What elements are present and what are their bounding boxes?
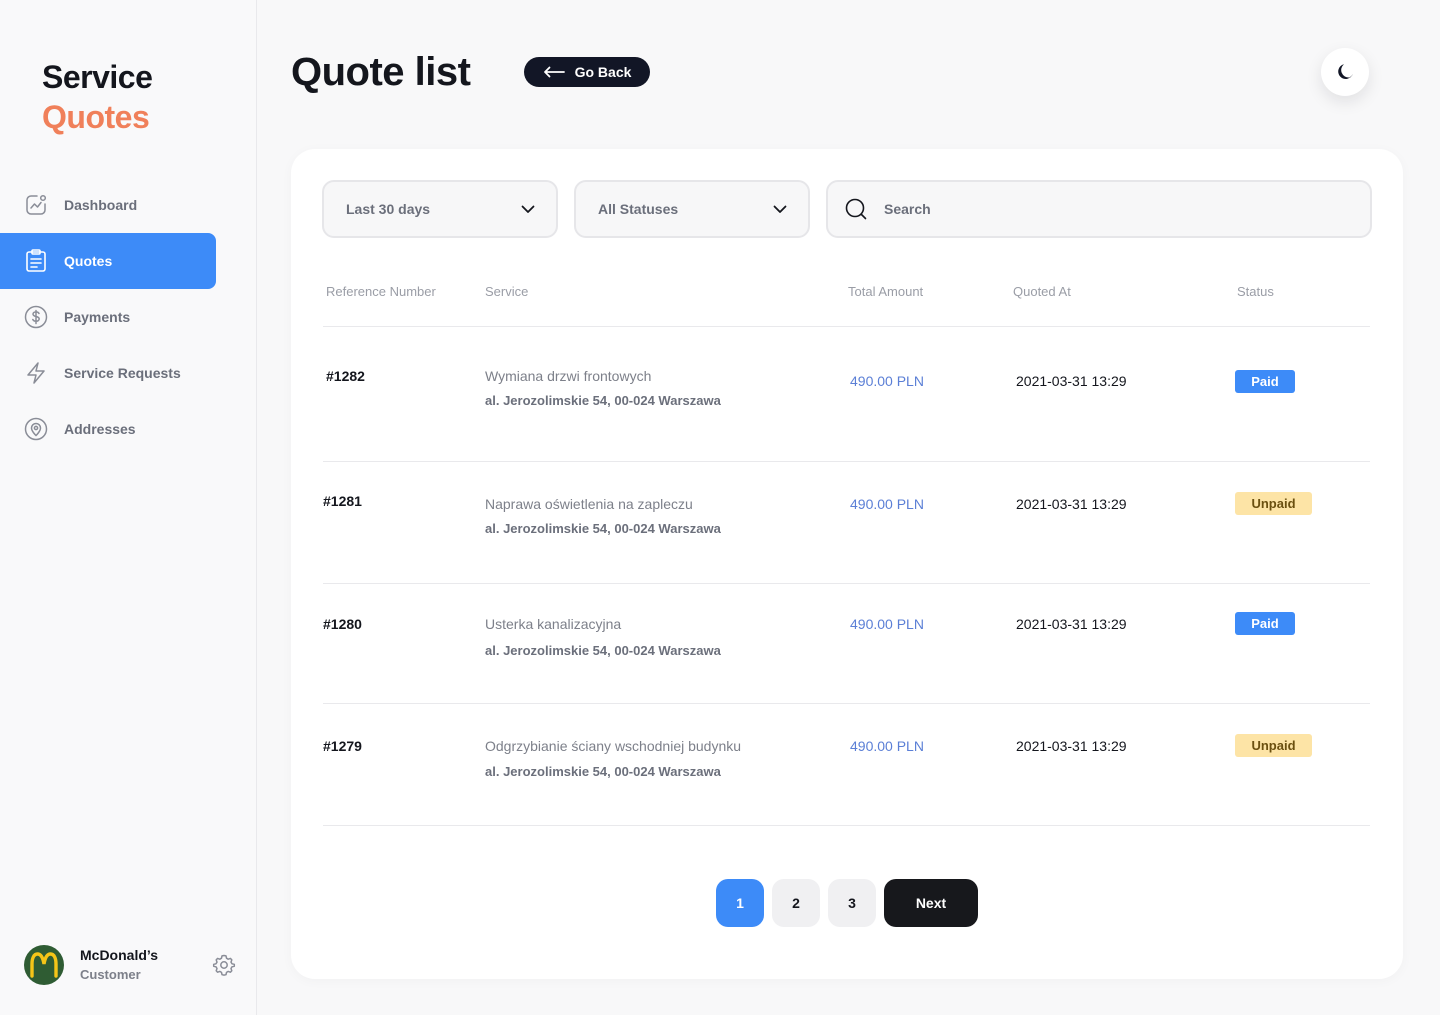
- clipboard-icon: [24, 249, 48, 273]
- gear-icon[interactable]: [212, 953, 236, 977]
- search-input[interactable]: [884, 201, 1348, 217]
- mcdonalds-logo-icon: [30, 952, 58, 978]
- sidebar-item-label: Dashboard: [64, 197, 138, 213]
- user-info: McDonald’s Customer: [80, 945, 158, 985]
- service-address: al. Jerozolimskie 54, 00-024 Warszawa: [485, 643, 721, 658]
- table-divider: [323, 326, 1370, 327]
- date-range-select[interactable]: Last 30 days: [322, 180, 558, 238]
- status-badge: Unpaid: [1235, 492, 1312, 515]
- app-root: Service Quotes Dashboard Quotes Payments…: [0, 0, 1440, 1015]
- go-back-button[interactable]: Go Back: [524, 57, 650, 87]
- avatar: [24, 945, 64, 985]
- chevron-down-icon: [521, 205, 535, 213]
- reference-number: #1282: [326, 368, 365, 384]
- quote-list-card: Last 30 days All Statuses Reference Numb…: [291, 149, 1403, 979]
- service-name: Odgrzybianie ściany wschodniej budynku: [485, 738, 742, 754]
- column-header-total-amount[interactable]: Total Amount: [848, 284, 923, 299]
- dollar-icon: [24, 305, 48, 329]
- total-amount: 490.00 PLN: [850, 373, 924, 389]
- chevron-down-icon: [773, 205, 787, 213]
- service-address: al. Jerozolimskie 54, 00-024 Warszawa: [485, 764, 721, 779]
- sidebar-nav: Dashboard Quotes Payments Service Reques…: [0, 177, 216, 457]
- search-icon: [845, 198, 867, 220]
- user-profile: McDonald’s Customer: [24, 945, 236, 985]
- sidebar: Service Quotes Dashboard Quotes Payments…: [0, 0, 257, 1015]
- arrow-left-icon: [543, 66, 565, 78]
- pagination: 1 2 3 Next: [716, 879, 978, 927]
- total-amount: 490.00 PLN: [850, 738, 924, 754]
- app-logo: Service Quotes: [42, 57, 153, 137]
- page-button-1[interactable]: 1: [716, 879, 764, 927]
- sidebar-item-label: Addresses: [64, 421, 136, 437]
- user-role: Customer: [80, 967, 141, 982]
- status-select[interactable]: All Statuses: [574, 180, 810, 238]
- reference-number: #1280: [323, 616, 362, 632]
- table-divider: [323, 825, 1370, 826]
- table-divider: [323, 461, 1370, 462]
- reference-number: #1279: [323, 738, 362, 754]
- quoted-at: 2021-03-31 13:29: [1016, 738, 1127, 754]
- service-name: Wymiana drzwi frontowych: [485, 368, 652, 384]
- quoted-at: 2021-03-31 13:29: [1016, 373, 1127, 389]
- status-badge: Paid: [1235, 612, 1295, 635]
- page-button-3[interactable]: 3: [828, 879, 876, 927]
- chart-icon: [24, 193, 48, 217]
- page-title: Quote list: [291, 50, 471, 94]
- dark-mode-toggle[interactable]: [1321, 48, 1369, 96]
- map-pin-icon: [24, 417, 48, 441]
- moon-icon: [1338, 64, 1353, 79]
- user-name: McDonald’s: [80, 947, 159, 963]
- sidebar-item-service-requests[interactable]: Service Requests: [0, 345, 216, 401]
- sidebar-item-quotes[interactable]: Quotes: [0, 233, 216, 289]
- next-page-button[interactable]: Next: [884, 879, 978, 927]
- date-range-value: Last 30 days: [346, 201, 431, 217]
- quoted-at: 2021-03-31 13:29: [1016, 496, 1127, 512]
- status-badge: Paid: [1235, 370, 1295, 393]
- sidebar-item-label: Quotes: [64, 253, 113, 269]
- column-header-reference[interactable]: Reference Number: [326, 284, 436, 299]
- sidebar-item-addresses[interactable]: Addresses: [0, 401, 216, 457]
- go-back-label: Go Back: [574, 64, 632, 80]
- service-name: Naprawa oświetlenia na zapleczu: [485, 496, 693, 512]
- service-name: Usterka kanalizacyjna: [485, 616, 622, 632]
- total-amount: 490.00 PLN: [850, 496, 924, 512]
- lightning-icon: [24, 361, 48, 385]
- logo-line-2: Quotes: [42, 99, 150, 135]
- service-address: al. Jerozolimskie 54, 00-024 Warszawa: [485, 393, 721, 408]
- column-header-service[interactable]: Service: [485, 284, 528, 299]
- sidebar-item-payments[interactable]: Payments: [0, 289, 216, 345]
- quoted-at: 2021-03-31 13:29: [1016, 616, 1127, 632]
- sidebar-item-label: Payments: [64, 309, 131, 325]
- table-divider: [323, 583, 1370, 584]
- sidebar-item-label: Service Requests: [64, 365, 181, 381]
- status-value: All Statuses: [598, 201, 679, 217]
- status-badge: Unpaid: [1235, 734, 1312, 757]
- logo-line-1: Service: [42, 59, 153, 95]
- reference-number: #1281: [323, 493, 362, 509]
- column-header-status[interactable]: Status: [1237, 284, 1274, 299]
- page-button-2[interactable]: 2: [772, 879, 820, 927]
- total-amount: 490.00 PLN: [850, 616, 924, 632]
- column-header-quoted-at[interactable]: Quoted At: [1013, 284, 1071, 299]
- search-box[interactable]: [826, 180, 1372, 238]
- service-address: al. Jerozolimskie 54, 00-024 Warszawa: [485, 521, 721, 536]
- sidebar-item-dashboard[interactable]: Dashboard: [0, 177, 216, 233]
- table-divider: [323, 703, 1370, 704]
